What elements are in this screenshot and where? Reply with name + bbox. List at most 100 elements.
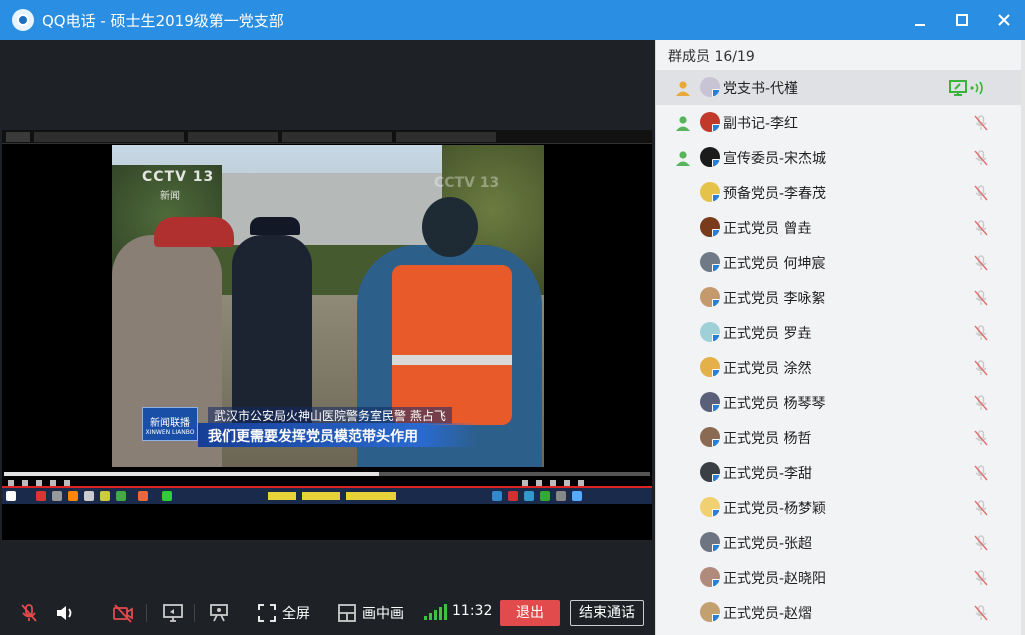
member-row[interactable]: 正式党员 杨哲: [656, 420, 1025, 455]
presentation-icon: [210, 604, 228, 622]
mic-muted-icon: [974, 290, 988, 306]
avatar: [700, 252, 720, 272]
minimize-button[interactable]: [899, 0, 941, 40]
member-row[interactable]: 正式党员 何坤宸: [656, 245, 1025, 280]
member-row[interactable]: 正式党员-赵晓阳: [656, 560, 1025, 595]
avatar: [700, 602, 720, 622]
close-button[interactable]: [983, 0, 1025, 40]
mic-muted-icon: [974, 570, 988, 586]
admin-user-icon: [676, 81, 690, 96]
fullscreen-button[interactable]: [254, 600, 280, 626]
avatar: [700, 462, 720, 482]
call-duration: 11:32: [452, 603, 493, 619]
camera-toggle-button[interactable]: [110, 600, 136, 626]
mic-muted-icon: [974, 115, 988, 131]
news-video-frame: CCTV 13 新闻 CCTV 13 新闻联播 XINWEN LIANBO 武汉…: [112, 145, 544, 467]
member-name: 正式党员-赵晓阳: [723, 571, 827, 587]
cctv-sub-label: 新闻: [160, 191, 180, 202]
mic-mute-button[interactable]: [16, 600, 42, 626]
close-icon: [998, 14, 1010, 26]
mic-muted-icon: [974, 535, 988, 551]
window-title: QQ电话 - 硕士生2019级第一党支部: [42, 11, 284, 30]
member-name: 正式党员 曾垚: [723, 221, 812, 237]
members-scrollbar[interactable]: [1021, 40, 1025, 635]
speaker-icon: [57, 606, 72, 620]
end-call-button[interactable]: 结束通话: [570, 600, 644, 626]
player-progress-bar[interactable]: [4, 472, 650, 476]
device-badge-icon: [712, 334, 720, 342]
pip-button[interactable]: [334, 600, 360, 626]
device-badge-icon: [712, 439, 720, 447]
fullscreen-label[interactable]: 全屏: [282, 603, 310, 623]
shared-screen[interactable]: CCTV 13 新闻 CCTV 13 新闻联播 XINWEN LIANBO 武汉…: [2, 130, 652, 540]
member-name: 正式党员 李咏絮: [723, 291, 826, 307]
presentation-button[interactable]: [206, 600, 232, 626]
pip-label[interactable]: 画中画: [362, 603, 404, 623]
member-row[interactable]: 预备党员-李春茂: [656, 175, 1025, 210]
member-name: 正式党员 何坤宸: [723, 256, 826, 272]
device-badge-icon: [712, 369, 720, 377]
member-row[interactable]: 正式党员 罗垚: [656, 315, 1025, 350]
member-name: 正式党员 杨哲: [723, 431, 812, 447]
avatar: [700, 77, 720, 97]
avatar: [700, 497, 720, 517]
avatar: [700, 532, 720, 552]
maximize-button[interactable]: [941, 0, 983, 40]
mic-muted-icon: [974, 255, 988, 271]
mic-off-icon: [21, 604, 37, 622]
member-name: 正式党员-赵熠: [723, 606, 813, 622]
call-toolbar: 全屏 画中画 11:32 退出 结束通话: [0, 590, 655, 635]
member-name: 副书记-李红: [723, 116, 799, 132]
signal-strength-icon: [424, 604, 447, 620]
title-bar: QQ电话 - 硕士生2019级第一党支部: [0, 0, 1025, 40]
share-screen-button[interactable]: [160, 600, 186, 626]
avatar: [700, 217, 720, 237]
members-count: 群成员 16/19: [668, 49, 755, 65]
device-badge-icon: [712, 509, 720, 517]
avatar: [700, 567, 720, 587]
member-name: 预备党员-李春茂: [723, 186, 827, 202]
mic-muted-icon: [974, 465, 988, 481]
member-name: 正式党员 杨琴琴: [723, 396, 826, 412]
fullscreen-icon: [258, 604, 276, 622]
mic-muted-icon: [974, 605, 988, 621]
video-pane[interactable]: CCTV 13 新闻 CCTV 13 新闻联播 XINWEN LIANBO 武汉…: [0, 40, 655, 590]
member-row[interactable]: 正式党员 涂然: [656, 350, 1025, 385]
shared-taskbar: [2, 486, 652, 504]
admin-user-icon: [676, 116, 690, 131]
member-row[interactable]: 正式党员-李甜: [656, 455, 1025, 490]
avatar: [700, 392, 720, 412]
mic-muted-icon: [974, 325, 988, 341]
shared-browser-tabs: [2, 130, 652, 144]
window-controls: [899, 0, 1025, 40]
member-row[interactable]: 正式党员 李咏絮: [656, 280, 1025, 315]
exit-button[interactable]: 退出: [500, 600, 560, 626]
share-screen-icon: [163, 604, 183, 622]
device-badge-icon: [712, 544, 720, 552]
device-badge-icon: [712, 194, 720, 202]
maximize-icon: [956, 14, 968, 26]
device-badge-icon: [712, 474, 720, 482]
screen-sharing-speaking-icon: [949, 80, 983, 96]
mic-muted-icon: [974, 185, 988, 201]
member-row[interactable]: 宣传委员-宋杰城: [656, 140, 1025, 175]
member-row[interactable]: 党支书-代槿: [656, 70, 1025, 105]
device-badge-icon: [712, 579, 720, 587]
mic-muted-icon: [974, 360, 988, 376]
avatar: [700, 147, 720, 167]
avatar: [700, 182, 720, 202]
member-row[interactable]: 副书记-李红: [656, 105, 1025, 140]
device-badge-icon: [712, 229, 720, 237]
device-badge-icon: [712, 614, 720, 622]
qq-logo-icon: [12, 9, 34, 31]
member-row[interactable]: 正式党员-杨梦颖: [656, 490, 1025, 525]
member-row[interactable]: 正式党员 杨琴琴: [656, 385, 1025, 420]
member-row[interactable]: 正式党员 曾垚: [656, 210, 1025, 245]
member-row[interactable]: 正式党员-赵熠: [656, 595, 1025, 630]
member-row[interactable]: 正式党员-张超: [656, 525, 1025, 560]
speaker-button[interactable]: [52, 600, 78, 626]
caption-quote: 我们更需要发挥党员模范带头作用: [198, 423, 478, 447]
avatar: [700, 112, 720, 132]
player-progress-fill: [4, 472, 379, 476]
member-name: 正式党员-杨梦颖: [723, 501, 827, 517]
